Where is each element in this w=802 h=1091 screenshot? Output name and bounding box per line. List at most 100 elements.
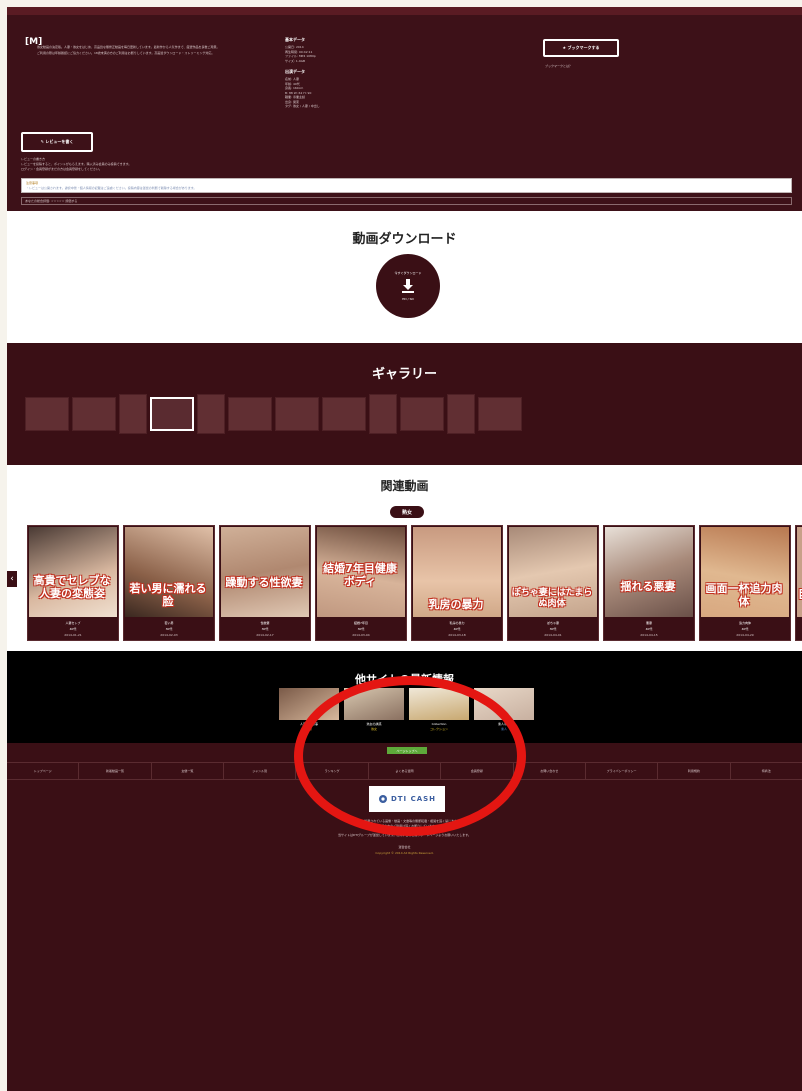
site-thumbnail	[344, 688, 404, 720]
related-video-card[interactable]: 若い男に濡れる脸 若い男 30代 2014-02-03	[123, 525, 215, 641]
footer-nav: トップページ 新着動画一覧 女優一覧 ジャンル別 ランキング よくある質問 会員…	[7, 762, 802, 780]
bookmark-button[interactable]: ★ ブックマークする	[543, 39, 619, 57]
gallery-thumbnail[interactable]	[25, 397, 69, 431]
gallery-thumbnail-selected[interactable]	[150, 397, 194, 431]
download-section: 動画ダウンロード 今すぐダウンロード HD / SD	[7, 211, 802, 343]
footer-text: 18歳未満の方のご利用は固くお断りしています。	[371, 824, 438, 828]
other-site-card[interactable]: 熟女の誘惑 熟女	[344, 688, 404, 731]
other-site-card[interactable]: 素人専科 素人	[474, 688, 534, 731]
footer-nav-item[interactable]: よくある質問	[369, 763, 442, 779]
gallery-thumbnail[interactable]	[275, 397, 319, 431]
site-name: 人妻の秘め事	[299, 722, 318, 726]
top-bar	[7, 7, 802, 15]
video-name: ぽちゃ妻	[546, 621, 559, 625]
other-sites-list: 人妻の秘め事 人妻 熟女の誘惑 熟女 Collection コレクション 素人専…	[279, 688, 534, 731]
footer-nav-item[interactable]: お問い合わせ	[514, 763, 586, 779]
footer-nav-item[interactable]: 利用規約	[658, 763, 731, 779]
site-name: Collection	[431, 722, 447, 726]
dtic-banner[interactable]: DTI CASH	[369, 786, 445, 812]
bookmark-help-link[interactable]: ブックマークとは？	[545, 64, 572, 68]
video-name: 悪妻	[645, 621, 652, 625]
site-tag: 熟女	[370, 727, 377, 731]
video-age: 40代	[645, 627, 653, 631]
video-age: 30代	[165, 627, 173, 631]
footer-text: 当サイトはDTIグループが運営しています。お問い合わせはサポートページよりお願い…	[337, 833, 472, 837]
movie-info-section: [M] 熟女動画の決定版。人妻・熟女をはじめ、高品質な無修正動画を毎日更新してい…	[7, 15, 802, 211]
rating-row[interactable]: あなたの総合評価: ☆☆☆☆☆ 評価する	[21, 197, 792, 205]
related-video-card[interactable]: 乳房の暴力 乳房の暴力 40代 2014-03-18	[411, 525, 503, 641]
related-video-card[interactable]: ぽちゃ妻にはたまらぬ肉体 ぽちゃ妻 30代 2014-04-01	[507, 525, 599, 641]
carousel-prev-button[interactable]: ‹	[7, 571, 17, 587]
download-icon	[402, 279, 414, 293]
related-title: 関連動画	[380, 479, 429, 493]
footer-nav-item[interactable]: 特商法	[731, 763, 802, 779]
write-review-button[interactable]: ✎ レビューを書く	[21, 132, 93, 152]
download-caption: 今すぐダウンロード	[394, 271, 422, 275]
video-age: 40代	[741, 627, 749, 631]
other-site-card[interactable]: 人妻の秘め事 人妻	[279, 688, 339, 731]
video-date: 2014-02-17	[256, 633, 274, 637]
video-date: 2014-01-21	[64, 633, 82, 637]
related-video-card[interactable]: 画面一杯追力肉体 追力肉体 40代 2014-04-29	[699, 525, 791, 641]
other-sites-title: 他サイトの最新情報	[355, 673, 454, 686]
page-top-button[interactable]: ページトップへ	[387, 747, 427, 754]
gallery-section: ギャラリー	[7, 343, 802, 465]
footer-nav-item[interactable]: 会員登録	[441, 763, 514, 779]
footer-text: 当サイトに掲載されている画像・動画・文章等の無断転載・複製を固く禁じます。	[349, 819, 460, 823]
site-name: 熟女の誘惑	[366, 722, 382, 726]
basic-data-heading: 基本データ	[285, 37, 305, 42]
review-help-link[interactable]: レビューの書き方	[21, 157, 45, 161]
video-date: 2014-04-01	[544, 633, 562, 637]
footer-company-link[interactable]: 運営会社	[7, 845, 802, 849]
related-video-card[interactable]: 躁動する性欲妻 性欲妻 30代 2014-02-17	[219, 525, 311, 641]
related-video-card[interactable]: 結婚7年目健康ボディ 結婚7年目 30代 2014-03-04	[315, 525, 407, 641]
related-video-card[interactable]: 揺れる悪妻 悪妻 40代 2014-04-15	[603, 525, 695, 641]
video-date: 2014-04-29	[736, 633, 754, 637]
footer-nav-item[interactable]: ジャンル別	[224, 763, 297, 779]
gallery-thumbnail[interactable]	[72, 397, 116, 431]
video-date: 2014-03-18	[448, 633, 466, 637]
footer-nav-item[interactable]: 女優一覧	[152, 763, 225, 779]
review-notice-title: 注意事項	[26, 181, 39, 185]
review-note: ログイン・会員登録がまだの方は会員登録をしてください。	[21, 167, 102, 171]
footer-nav-item[interactable]: トップページ	[7, 763, 80, 779]
video-name: 人妻セレブ	[65, 621, 81, 625]
footer-nav-item[interactable]: ランキング	[296, 763, 369, 779]
related-tab-active[interactable]: 熟女	[390, 506, 424, 518]
download-format: HD / SD	[402, 297, 414, 301]
video-date: 2014-02-03	[160, 633, 178, 637]
gallery-thumbnail[interactable]	[478, 397, 522, 431]
gallery-thumbnail[interactable]	[197, 394, 225, 434]
gallery-thumbnail[interactable]	[400, 397, 444, 431]
review-notice-box: 注意事項 ・レビューは公開されます。誹謗中傷・個人情報の記載はご遠慮ください。投…	[21, 178, 792, 193]
footer-nav-item[interactable]: 新着動画一覧	[79, 763, 152, 779]
related-carousel: 高貴でセレブな人妻の変態姿 人妻セレブ 40代 2014-01-21 若い男に濡…	[27, 525, 802, 641]
other-site-card[interactable]: Collection コレクション	[409, 688, 469, 731]
video-age: 40代	[453, 627, 461, 631]
site-name: 素人専科	[497, 722, 510, 726]
related-video-card[interactable]: 巨	[795, 525, 802, 641]
related-video-card[interactable]: 高貴でセレブな人妻の変態姿 人妻セレブ 40代 2014-01-21	[27, 525, 119, 641]
footer-nav-item[interactable]: プライバシーポリシー	[586, 763, 659, 779]
gallery-thumbnail[interactable]	[322, 397, 366, 431]
gallery-thumbnail[interactable]	[369, 394, 397, 434]
video-name: 結婚7年目	[354, 621, 368, 625]
site-tag: コレクション	[429, 727, 448, 731]
gallery-thumbnail[interactable]	[119, 394, 147, 434]
video-name: 乳房の暴力	[449, 621, 465, 625]
gallery-thumbnail[interactable]	[228, 397, 272, 431]
site-thumbnail	[279, 688, 339, 720]
video-age: 30代	[261, 627, 269, 631]
site-footer: ページトップへ トップページ 新着動画一覧 女優一覧 ジャンル別 ランキング よ…	[7, 743, 802, 1091]
video-name: 追力肉体	[738, 621, 751, 625]
related-videos-section: 関連動画 熟女 ‹ 高貴でセレブな人妻の変態姿 人妻セレブ 40代 2014-0…	[7, 465, 802, 651]
site-thumbnail	[409, 688, 469, 720]
dtic-label: DTI CASH	[390, 795, 437, 803]
download-button[interactable]: 今すぐダウンロード HD / SD	[376, 254, 440, 318]
site-tag: 素人	[500, 727, 507, 731]
meta-row: タグ: 熟女 / 人妻 / 中出し	[285, 104, 320, 108]
video-date: 2014-04-15	[640, 633, 658, 637]
gallery-title: ギャラリー	[371, 367, 437, 382]
gallery-thumbnail[interactable]	[447, 394, 475, 434]
video-age: 40代	[69, 627, 77, 631]
